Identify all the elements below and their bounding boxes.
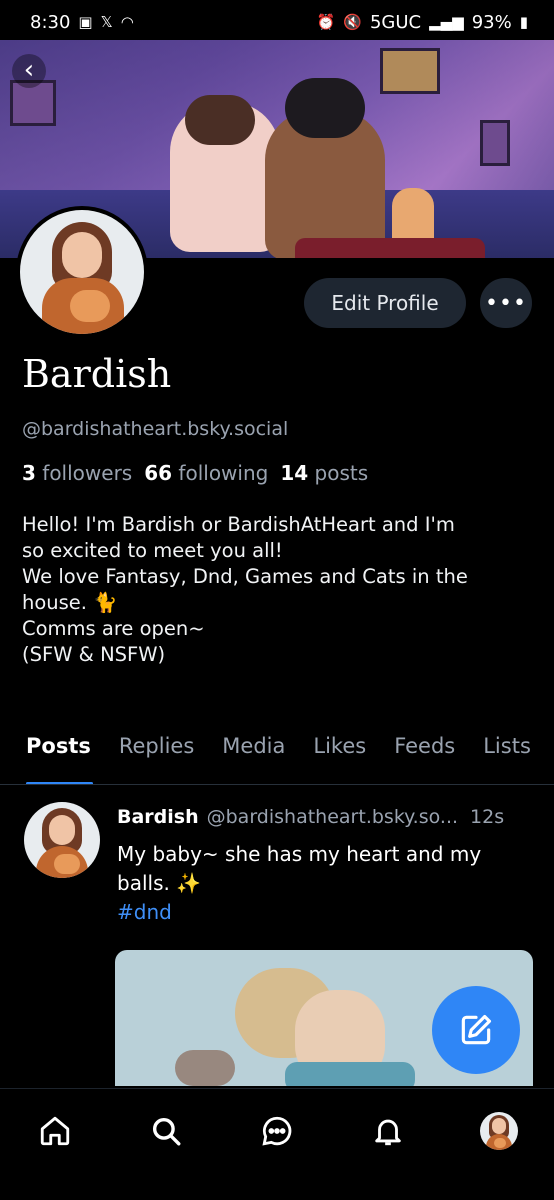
status-right: ⏰ 🔇 5GUC ▂▄▆ 93% ▮: [317, 12, 528, 33]
card-icon: ▣: [78, 13, 93, 31]
post-author-avatar[interactable]: [24, 802, 100, 878]
post-header: Bardish @bardishatheart.bsky.so... 12s: [117, 806, 537, 828]
x-logo-icon: 𝕏: [100, 13, 113, 31]
search-icon: [153, 1117, 181, 1146]
network-label: 5GUC: [369, 11, 422, 33]
alarm-icon: ⏰: [316, 13, 336, 31]
system-nav-bar: [0, 1172, 554, 1200]
posts-stat: 14 posts: [280, 461, 369, 485]
post-text: My baby~ she has my heart and my balls. …: [117, 840, 527, 927]
tab-media[interactable]: Media: [208, 718, 299, 784]
battery-level: 93%: [471, 11, 512, 33]
compose-icon: [461, 1014, 492, 1045]
nav-home[interactable]: [25, 1101, 85, 1161]
back-button[interactable]: ‹: [12, 54, 46, 88]
bio-line: Comms are open~: [22, 617, 205, 640]
mute-icon: 🔇: [343, 13, 362, 31]
bottom-nav: [0, 1088, 554, 1173]
status-left: 8:30 ▣ 𝕏 ◠: [30, 12, 134, 33]
post-author-handle[interactable]: @bardishatheart.bsky.so...: [207, 806, 458, 828]
status-bar: 8:30 ▣ 𝕏 ◠ ⏰ 🔇 5GUC ▂▄▆ 93% ▮: [0, 0, 554, 44]
post-timestamp: 12s: [470, 806, 505, 828]
bio-line: house. 🐈: [22, 591, 118, 614]
following-stat[interactable]: 66 following: [144, 461, 268, 485]
home-icon: [41, 1116, 70, 1146]
compose-button[interactable]: [432, 986, 520, 1074]
bio-line: We love Fantasy, Dnd, Games and Cats in …: [22, 565, 468, 588]
status-time: 8:30: [30, 11, 71, 33]
profile-stats: 3 followers 66 following 14 posts: [22, 461, 368, 485]
profile-avatar[interactable]: [16, 206, 148, 338]
post-hashtag[interactable]: #dnd: [117, 898, 527, 927]
bio-line: so excited to meet you all!: [22, 539, 283, 562]
battery-icon: ▮: [519, 13, 528, 31]
tab-replies[interactable]: Replies: [105, 718, 208, 784]
profile-bio: Hello! I'm Bardish or BardishAtHeart and…: [22, 512, 538, 668]
tab-lists[interactable]: Lists: [469, 718, 545, 784]
nav-chat[interactable]: [247, 1101, 307, 1161]
nav-notifications[interactable]: [358, 1101, 418, 1161]
bell-icon: [375, 1119, 401, 1146]
nav-profile-avatar: [479, 1112, 518, 1150]
tab-likes[interactable]: Likes: [299, 718, 380, 784]
wifi-icon: ◠: [120, 13, 134, 31]
tab-feeds[interactable]: Feeds: [380, 718, 469, 784]
chat-icon: [262, 1116, 292, 1146]
nav-search[interactable]: [136, 1101, 196, 1161]
signal-icon: ▂▄▆: [429, 13, 464, 31]
post-author-name[interactable]: Bardish: [117, 806, 199, 828]
bio-line: (SFW & NSFW): [22, 643, 166, 666]
followers-stat[interactable]: 3 followers: [22, 461, 132, 485]
edit-profile-button[interactable]: Edit Profile: [304, 278, 466, 328]
profile-handle: @bardishatheart.bsky.social: [22, 418, 289, 440]
more-options-button[interactable]: •••: [480, 278, 532, 328]
tab-posts[interactable]: Posts: [0, 718, 105, 784]
nav-profile[interactable]: [469, 1101, 529, 1161]
display-name: Bardish: [22, 352, 172, 396]
chevron-left-icon: ‹: [23, 55, 35, 85]
bio-line: Hello! I'm Bardish or BardishAtHeart and…: [22, 513, 455, 536]
profile-tabs: Posts Replies Media Likes Feeds Lists: [0, 718, 554, 785]
